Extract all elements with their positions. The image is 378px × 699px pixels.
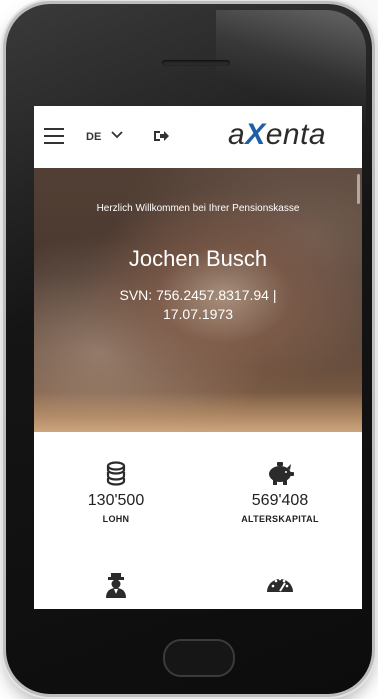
phone-speaker bbox=[162, 60, 230, 66]
stat-retirement-value: 569'408 bbox=[251, 492, 309, 509]
ssn-number: SVN: 756.2457.8317.94 | bbox=[119, 287, 277, 303]
logout-icon[interactable] bbox=[152, 127, 170, 145]
top-navigation-bar: DE aXenta bbox=[34, 106, 362, 169]
stat-retirement-capital[interactable]: 569'408 ALTERSKAPITAL bbox=[198, 460, 362, 524]
home-button[interactable] bbox=[163, 639, 235, 677]
welcome-text: Herzlich Willkommen bei Ihrer Pensionska… bbox=[96, 203, 300, 214]
hero-banner: Herzlich Willkommen bei Ihrer Pensionska… bbox=[34, 168, 362, 432]
stats-grid: 130'500 LOHN 569'408 ALTERSKAPITAL bbox=[34, 432, 362, 609]
stat-salary[interactable]: 130'500 LOHN bbox=[34, 460, 198, 524]
piggy-bank-icon bbox=[269, 462, 294, 485]
stat-retirement-label: ALTERSKAPITAL bbox=[241, 514, 319, 524]
speedometer-icon bbox=[267, 577, 293, 592]
language-selector[interactable]: DE bbox=[86, 131, 101, 143]
chevron-down-icon[interactable] bbox=[110, 129, 124, 141]
scrollbar[interactable] bbox=[357, 174, 360, 204]
menu-icon[interactable] bbox=[44, 128, 64, 144]
user-name: Jochen Busch bbox=[128, 246, 268, 271]
social-security-info: SVN: 756.2457.8317.94 | 17.07.1973 bbox=[88, 286, 308, 324]
phone-screen: DE aXenta Herzlich Willkommen bei Ihrer … bbox=[34, 106, 362, 609]
axenta-logo: aXenta bbox=[228, 118, 327, 151]
user-secret-icon bbox=[106, 573, 126, 598]
stat-agent[interactable] bbox=[34, 572, 198, 598]
stage: DE aXenta Herzlich Willkommen bei Ihrer … bbox=[0, 0, 378, 699]
birth-date: 17.07.1973 bbox=[162, 306, 234, 322]
stat-salary-label: LOHN bbox=[102, 514, 130, 524]
hero-photo-foreground bbox=[34, 392, 362, 432]
coins-icon bbox=[106, 461, 126, 486]
stat-salary-value: 130'500 bbox=[87, 492, 145, 509]
stat-gauge[interactable] bbox=[198, 572, 362, 596]
